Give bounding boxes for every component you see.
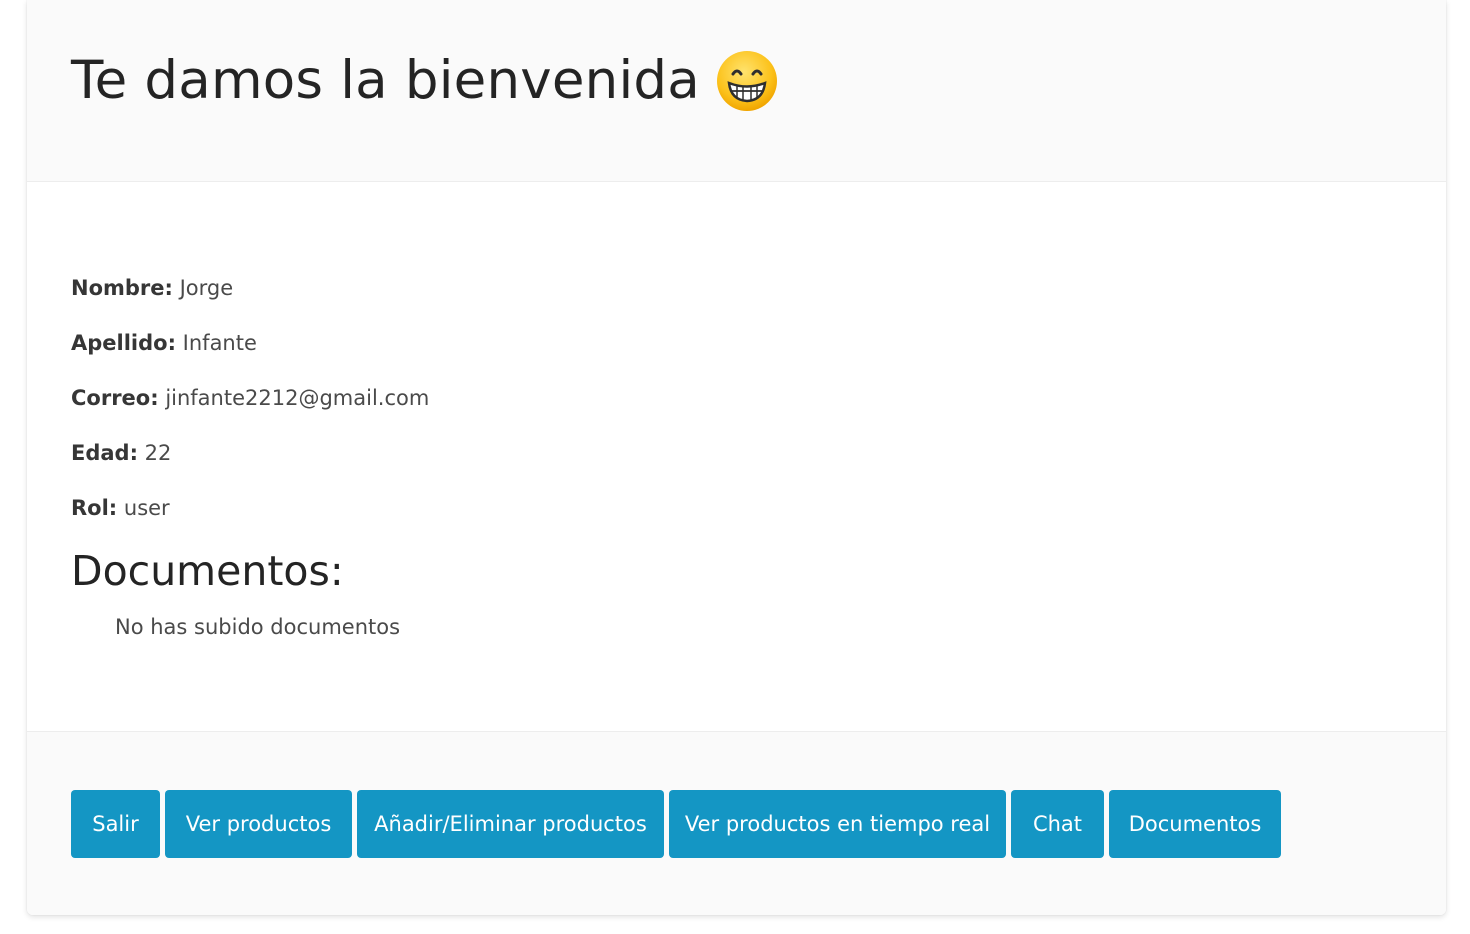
page-title: Te damos la bienvenida — [71, 46, 778, 116]
grinning-face-icon — [716, 50, 778, 112]
field-edad-value: 22 — [144, 441, 172, 465]
field-correo-value: jinfante2212@gmail.com — [165, 386, 430, 410]
card-content: Nombre: Jorge Apellido: Infante Correo: … — [27, 183, 1446, 731]
page-title-text: Te damos la bienvenida — [71, 50, 700, 111]
field-edad: Edad: 22 — [71, 440, 171, 466]
card-header: Te damos la bienvenida — [27, 0, 1446, 182]
field-correo-label: Correo: — [71, 386, 159, 410]
field-nombre: Nombre: Jorge — [71, 275, 233, 301]
field-rol: Rol: user — [71, 495, 170, 521]
anadir-eliminar-productos-button[interactable]: Añadir/Eliminar productos — [357, 790, 664, 858]
field-rol-label: Rol: — [71, 496, 118, 520]
documents-title: Documentos: — [71, 547, 344, 595]
field-nombre-label: Nombre: — [71, 276, 173, 300]
field-edad-label: Edad: — [71, 441, 138, 465]
card-footer: Salir Ver productos Añadir/Eliminar prod… — [27, 731, 1446, 915]
field-nombre-value: Jorge — [179, 276, 234, 300]
salir-button[interactable]: Salir — [71, 790, 160, 858]
welcome-card: Te damos la bienvenida Nombre: Jorge Ape… — [27, 0, 1446, 915]
chat-button[interactable]: Chat — [1011, 790, 1104, 858]
field-correo: Correo: jinfante2212@gmail.com — [71, 385, 429, 411]
ver-productos-tiempo-real-button[interactable]: Ver productos en tiempo real — [669, 790, 1006, 858]
field-rol-value: user — [123, 496, 170, 520]
documents-empty-message: No has subido documentos — [115, 615, 401, 639]
documentos-button[interactable]: Documentos — [1109, 790, 1281, 858]
field-apellido-value: Infante — [182, 331, 257, 355]
field-apellido-label: Apellido: — [71, 331, 176, 355]
field-apellido: Apellido: Infante — [71, 330, 257, 356]
ver-productos-button[interactable]: Ver productos — [165, 790, 352, 858]
